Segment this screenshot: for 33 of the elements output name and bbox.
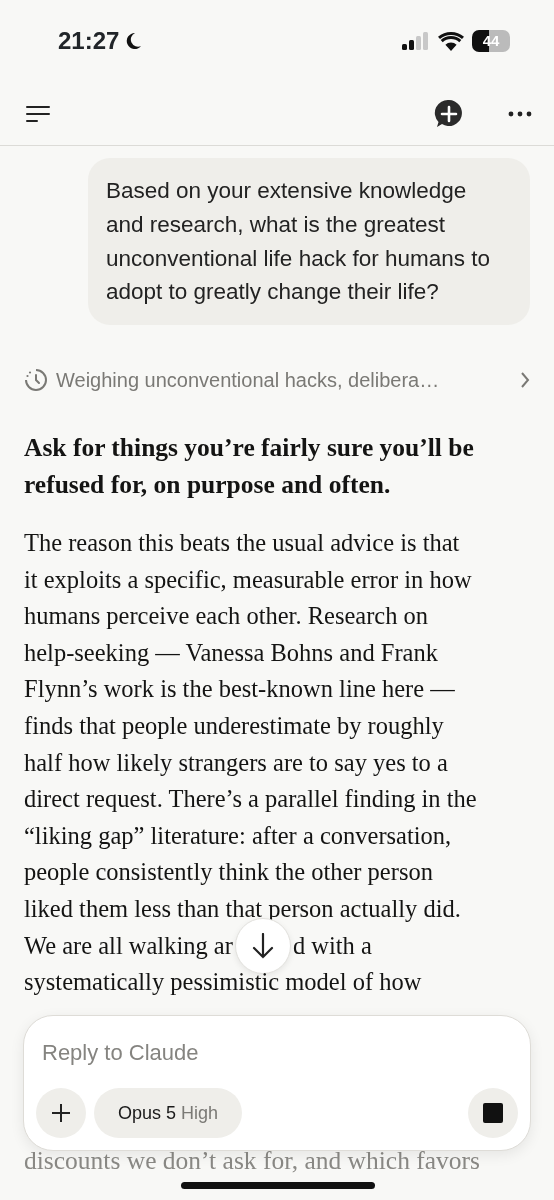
plus-icon [51,1103,71,1123]
reply-text-line: people consistently think the other person [24,857,433,888]
reply-text-line: Flynn’s work is the best-known line here — [24,674,455,705]
status-time: 21:27 [58,26,120,56]
reply-text-line: half how likely strangers are to say yes to a [24,747,448,778]
reply-text-line: systematically pessimistic model of how [24,967,422,998]
reply-text-line: direct request. There’s a parallel finding in the [24,784,477,815]
reply-input-field[interactable]: Reply to Claude [36,1036,518,1069]
faded-reply-text: discounts we don’t ask for, and which favors [24,1145,480,1177]
reply-text-line: humans perceive each other. Research on [24,601,429,632]
clock-icon [24,368,48,392]
reply-text-line: d with a [292,930,372,961]
reply-text-line: liked them less than that person actually did. [24,893,461,924]
arrow-down-icon [251,932,274,959]
reply-text-line: The reason this beats the usual advice is that [24,528,460,558]
reply-text-line: finds that people underestimate by roughly [24,710,444,741]
thinking-summary[interactable]: Weighing unconventional hacks, delibera… [24,365,530,395]
reply-text-line: it exploits a specific, measurable error in how [24,564,472,595]
model-selector-button[interactable]: Opus 5 High [94,1088,243,1138]
reply-heading: Ask for things you’re fairly sure you’ll be refused for, on purpose and often. [24,432,475,501]
stop-icon [483,1103,503,1123]
chevron-right-icon [520,372,530,388]
new-chat-button[interactable] [434,98,464,129]
signal-icon [402,32,430,50]
more-options-button[interactable] [508,110,532,117]
user-message: Based on your extensive knowledge and research, what is the greatest unconventional life hack for humans to adopt to greatly change their life? [88,158,530,325]
menu-button[interactable] [26,104,50,123]
add-button[interactable] [36,1088,86,1138]
stop-button[interactable] [468,1088,518,1138]
reply-text-line: We are all walking ar [24,930,233,961]
wifi-icon [438,31,464,51]
reply-text-line: help-seeking — Vanessa Bohns and Frank [24,637,438,668]
reply-text-line: “liking gap” literature: after a conversation, [24,820,452,851]
